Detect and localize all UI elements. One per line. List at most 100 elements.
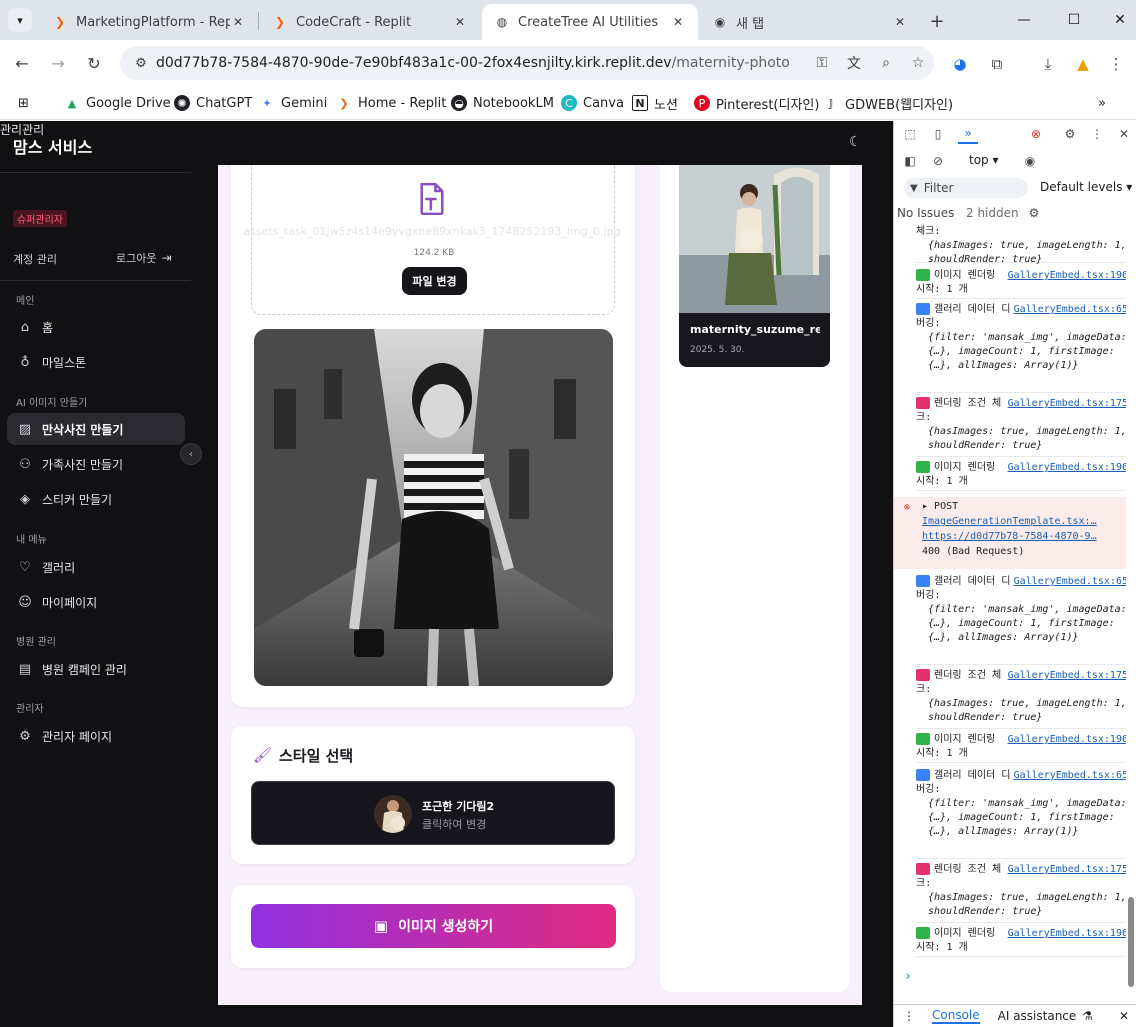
log-object[interactable]: {filter: 'mansak_img', imageData: {…}, i… [916, 797, 1126, 839]
sidebar-item-maternity-photo[interactable]: ▨ 만삭사진 만들기 [7, 413, 185, 445]
file-dropzone[interactable]: assets_task_01jw5z4s14e9yvgxne89xnkak3_1… [243, 165, 621, 315]
sidebar-item-family-photo[interactable]: ⚇ 가족사진 만들기 [7, 448, 185, 480]
site-info-icon[interactable]: ⚙ [126, 56, 156, 71]
minimize-icon[interactable]: — [1012, 8, 1036, 32]
bookmark-canva[interactable]: C Canva [561, 92, 624, 114]
log-object[interactable]: {hasImages: true, imageLength: 1, should… [916, 239, 1126, 267]
log-object[interactable]: {hasImages: true, imageLength: 1, should… [916, 697, 1126, 725]
sidebar-collapse-chevron-icon[interactable]: ‹ [180, 443, 202, 465]
log-source-link[interactable]: GalleryEmbed.tsx:65 [1014, 575, 1126, 589]
bookmark-gemini[interactable]: ✦ Gemini [259, 92, 327, 114]
inspect-element-icon[interactable]: ⬚ [900, 124, 920, 144]
tab-search-dropdown-icon[interactable]: ▾ [8, 8, 32, 32]
extension-icon[interactable]: ◕ [948, 52, 972, 76]
close-tab-icon[interactable]: ✕ [230, 15, 246, 29]
log-source-link[interactable]: GalleryEmbed.tsx:196 [1008, 461, 1126, 475]
browser-tab[interactable]: ❯ CodeCraft - Replit ✕ [260, 4, 480, 40]
bookmark-notebooklm[interactable]: ◒ NotebookLM [451, 92, 554, 114]
log-levels-dropdown[interactable]: Default levels ▾ [1040, 180, 1132, 194]
download-icon[interactable]: ⤓ [1036, 52, 1060, 76]
logout-button[interactable]: 로그아웃 ⇥ [116, 250, 172, 266]
url-text[interactable]: d0d77b78-7584-4870-90de-7e90bf483a1c-00-… [156, 55, 806, 71]
bookmark-gdweb[interactable]: 𝕁 GDWEB(웹디자인) [823, 92, 953, 114]
bookmark-notion[interactable]: N 노션 [632, 92, 678, 114]
drawer-menu-icon[interactable]: ⋮ [902, 1009, 916, 1023]
bookmark-chatgpt[interactable]: ✺ ChatGPT [174, 92, 252, 114]
issues-count[interactable]: No Issues [897, 206, 954, 220]
console-filter-input[interactable]: ▼ Filter [904, 178, 1028, 198]
address-bar[interactable]: ⚙ d0d77b78-7584-4870-90de-7e90bf483a1c-0… [120, 46, 934, 80]
log-source-link[interactable]: GalleryEmbed.tsx:175 [1008, 397, 1126, 411]
log-source-link[interactable]: GalleryEmbed.tsx:65 [1014, 769, 1126, 783]
log-object[interactable]: {filter: 'mansak_img', imageData: {…}, i… [916, 603, 1126, 645]
log-source-link[interactable]: GalleryEmbed.tsx:196 [1008, 269, 1126, 283]
scrollbar-thumb[interactable] [1128, 897, 1134, 987]
forward-icon[interactable]: → [45, 50, 71, 76]
close-drawer-icon[interactable]: ✕ [1119, 1009, 1129, 1023]
style-selector-button[interactable]: 포근한 기다림2 클릭하여 변경 [251, 781, 615, 845]
close-tab-icon[interactable]: ✕ [452, 15, 468, 29]
close-tab-icon[interactable]: ✕ [670, 15, 686, 29]
close-window-icon[interactable]: ✕ [1108, 8, 1132, 32]
log-object[interactable]: {hasImages: true, imageLength: 1, should… [916, 425, 1126, 453]
generate-image-button[interactable]: ▣ 이미지 생성하기 [251, 904, 616, 948]
zoom-icon[interactable]: ⌕ [870, 55, 902, 71]
settings-gear-icon[interactable]: ⚙ [1060, 124, 1080, 144]
log-object[interactable]: {filter: 'mansak_img', imageData: {…}, i… [916, 331, 1126, 373]
context-selector[interactable]: top ▾ [969, 153, 999, 167]
password-key-icon[interactable]: ⚿ [806, 55, 838, 71]
device-toolbar-icon[interactable]: ▯ [928, 124, 948, 144]
menu-kebab-icon[interactable]: ⋮ [1104, 52, 1128, 76]
photo-image [254, 329, 613, 686]
sidebar-item-admin-page[interactable]: ⚙ 관리자 페이지 [7, 720, 185, 752]
log-source-link[interactable]: GalleryEmbed.tsx:175 [1008, 669, 1126, 683]
browser-tab[interactable]: ❯ MarketingPlatform - Replit ✕ [40, 4, 258, 40]
browser-tab-active[interactable]: ◍ CreateTree AI Utilities ✕ [482, 4, 698, 40]
error-count-icon[interactable]: ⊗ [1026, 124, 1046, 144]
change-file-button[interactable]: 파일 변경 [402, 267, 467, 295]
clear-console-icon[interactable]: ⊘ [928, 151, 948, 171]
log-source-link[interactable]: GalleryEmbed.tsx:175 [1008, 863, 1126, 877]
error-url-link[interactable]: https://d0d77b78-7584-4870-9… [922, 529, 1126, 544]
tab-console[interactable]: Console [932, 1008, 980, 1024]
gear-icon: ⚙ [19, 728, 31, 744]
gallery-item[interactable]: maternity_suzume_rea 2025. 5. 30. [679, 165, 830, 367]
sidebar-item-sticker[interactable]: ◈ 스티커 만들기 [7, 483, 185, 515]
more-tabs-chevron-icon[interactable]: » [958, 124, 978, 144]
extensions-puzzle-icon[interactable]: ⧉ [985, 52, 1009, 76]
sidebar-item-home[interactable]: ⌂ 홈 [7, 311, 185, 343]
bookmark-star-icon[interactable]: ☆ [902, 55, 934, 71]
close-tab-icon[interactable]: ✕ [892, 15, 908, 29]
log-source-link[interactable]: GalleryEmbed.tsx:196 [1008, 733, 1126, 747]
bookmark-google-drive[interactable]: ▲ Google Drive [64, 92, 171, 114]
back-icon[interactable]: ← [9, 50, 35, 76]
sidebar-item-milestone[interactable]: ♁ 마일스톤 [7, 346, 185, 378]
console-prompt-chevron-icon[interactable]: › [904, 969, 912, 984]
bookmark-replit[interactable]: ❯ Home - Replit [336, 92, 446, 114]
devtools-menu-icon[interactable]: ⋮ [1087, 124, 1107, 144]
sidebar-item-hospital-campaign[interactable]: ▤ 병원 캠페인 관리 [7, 653, 185, 685]
bookmark-pinterest[interactable]: P Pinterest(디자인) [694, 92, 819, 114]
console-scrollbar[interactable] [1128, 225, 1134, 995]
live-expression-eye-icon[interactable]: ◉ [1020, 151, 1040, 171]
dark-mode-moon-icon[interactable]: ☾ [849, 134, 862, 150]
reload-icon[interactable]: ↻ [81, 50, 107, 76]
log-object[interactable]: {hasImages: true, imageLength: 1, should… [916, 891, 1126, 919]
error-source-link[interactable]: ImageGenerationTemplate.tsx:… [922, 514, 1126, 529]
account-management-link[interactable]: 계정 관리 [13, 251, 57, 267]
translate-icon[interactable]: 文 [838, 53, 870, 73]
tab-ai-assistance[interactable]: AI assistance [998, 1009, 1077, 1023]
log-source-link[interactable]: GalleryEmbed.tsx:65 [1014, 303, 1126, 317]
maximize-icon[interactable]: ☐ [1062, 8, 1086, 32]
apps-grid-icon[interactable]: ⊞ [18, 92, 29, 114]
log-source-link[interactable]: GalleryEmbed.tsx:196 [1008, 927, 1126, 941]
sidebar-toggle-icon[interactable]: ◧ [900, 151, 920, 171]
new-tab-icon[interactable]: + [926, 10, 948, 32]
close-devtools-icon[interactable]: ✕ [1114, 124, 1134, 144]
browser-tab[interactable]: ◉ 새 탭 ✕ [700, 4, 920, 40]
sidebar-item-gallery[interactable]: ♡ 갤러리 [7, 551, 185, 583]
more-bookmarks-icon[interactable]: » [1098, 92, 1106, 114]
sidebar-item-mypage[interactable]: ☺ 마이페이지 [7, 586, 185, 618]
profile-icon[interactable]: ▲ [1071, 52, 1095, 76]
console-settings-gear-icon[interactable]: ⚙ [1024, 203, 1044, 223]
